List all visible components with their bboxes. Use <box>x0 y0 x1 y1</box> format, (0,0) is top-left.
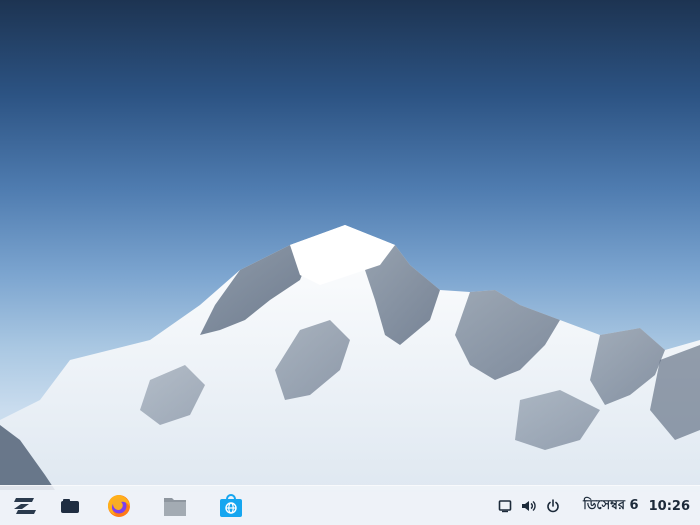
taskbar: ডিসেম্বর 6 10:26 <box>0 485 700 525</box>
volume-icon <box>522 500 536 512</box>
power-button[interactable] <box>543 496 563 516</box>
workspaces-button[interactable] <box>54 490 86 522</box>
window-switcher-icon <box>61 499 79 513</box>
volume-button[interactable] <box>519 496 539 516</box>
folder-icon <box>164 498 186 516</box>
clock-button[interactable]: ডিসেম্বর 6 10:26 <box>583 486 690 525</box>
mountain-wallpaper <box>0 225 700 490</box>
zorin-menu-button[interactable] <box>9 490 41 522</box>
firefox-icon <box>108 495 130 517</box>
clock-time: 10:26 <box>648 498 690 514</box>
software-button[interactable] <box>215 490 247 522</box>
files-button[interactable] <box>159 490 191 522</box>
clock-date: ডিসেম্বর 6 <box>583 497 639 513</box>
desktop: ডিসেম্বর 6 10:26 <box>0 0 700 525</box>
firefox-button[interactable] <box>103 490 135 522</box>
software-store-icon <box>220 494 242 517</box>
screen-button[interactable] <box>495 496 515 516</box>
zorin-logo-icon <box>14 498 36 514</box>
power-icon <box>547 499 559 513</box>
screen-icon <box>498 500 512 513</box>
